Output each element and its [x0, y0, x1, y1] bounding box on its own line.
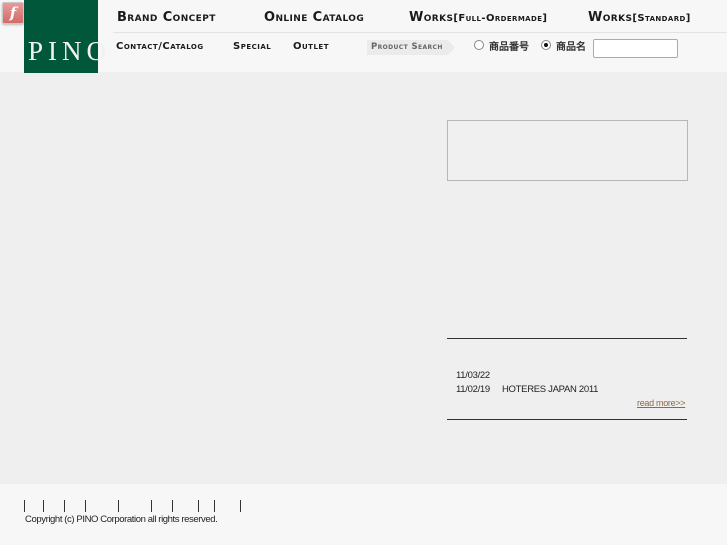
footer-separator: [43, 500, 44, 512]
news-date: 11/02/19: [456, 384, 490, 395]
footer-separator: [85, 500, 86, 512]
news-bottom-rule: [447, 419, 687, 420]
product-search-label: Product Search: [367, 40, 455, 55]
footer-separator: [118, 500, 119, 512]
news-item[interactable]: 11/03/22: [456, 370, 502, 381]
footer-separator: [64, 500, 65, 512]
search-input[interactable]: [593, 39, 678, 58]
radio-product-name-label[interactable]: 商品名: [556, 38, 586, 53]
news-title: HOTERES JAPAN 2011: [502, 384, 599, 395]
header-divider: [113, 32, 727, 33]
footer-separator: [151, 500, 152, 512]
news-date: 11/03/22: [456, 370, 490, 381]
flash-plugin-icon[interactable]: f: [2, 2, 24, 24]
read-more-link[interactable]: read more>>: [637, 398, 686, 408]
footer-separator: [198, 500, 199, 512]
flash-content-box: [447, 120, 688, 181]
nav-works-full-ordermade[interactable]: Works[Full-Ordermade]: [409, 10, 547, 25]
nav-sublabel: [Standard]: [632, 13, 691, 24]
nav-sublabel: [Full-Ordermade]: [453, 13, 548, 24]
radio-product-name[interactable]: [541, 40, 551, 50]
news-top-rule: [447, 338, 687, 339]
radio-product-number[interactable]: [474, 40, 484, 50]
nav-label: Works: [588, 10, 633, 25]
copyright-text: Copyright (c) PINO Corporation all right…: [25, 514, 218, 525]
nav-special[interactable]: Special: [233, 41, 271, 52]
header: f PINO Brand Concept Online Catalog Work…: [0, 0, 727, 73]
footer-separator: [172, 500, 173, 512]
pino-logo[interactable]: PINO: [24, 0, 106, 73]
nav-label: Online Catalog: [264, 10, 365, 25]
nav-label: Works: [409, 10, 454, 25]
footer-separator: [24, 500, 25, 512]
footer: Copyright (c) PINO Corporation all right…: [0, 484, 727, 545]
radio-product-number-label[interactable]: 商品番号: [489, 38, 529, 53]
nav-label: Brand Concept: [117, 10, 216, 25]
footer-separator: [240, 500, 241, 512]
nav-contact-catalog[interactable]: Contact/Catalog: [116, 41, 204, 52]
nav-works-standard[interactable]: Works[Standard]: [588, 10, 691, 25]
footer-separator: [214, 500, 215, 512]
news-item[interactable]: 11/02/19 HOTERES JAPAN 2011: [456, 384, 598, 395]
nav-outlet[interactable]: Outlet: [293, 41, 329, 52]
nav-brand-concept[interactable]: Brand Concept: [117, 10, 216, 25]
nav-online-catalog[interactable]: Online Catalog: [264, 10, 364, 25]
